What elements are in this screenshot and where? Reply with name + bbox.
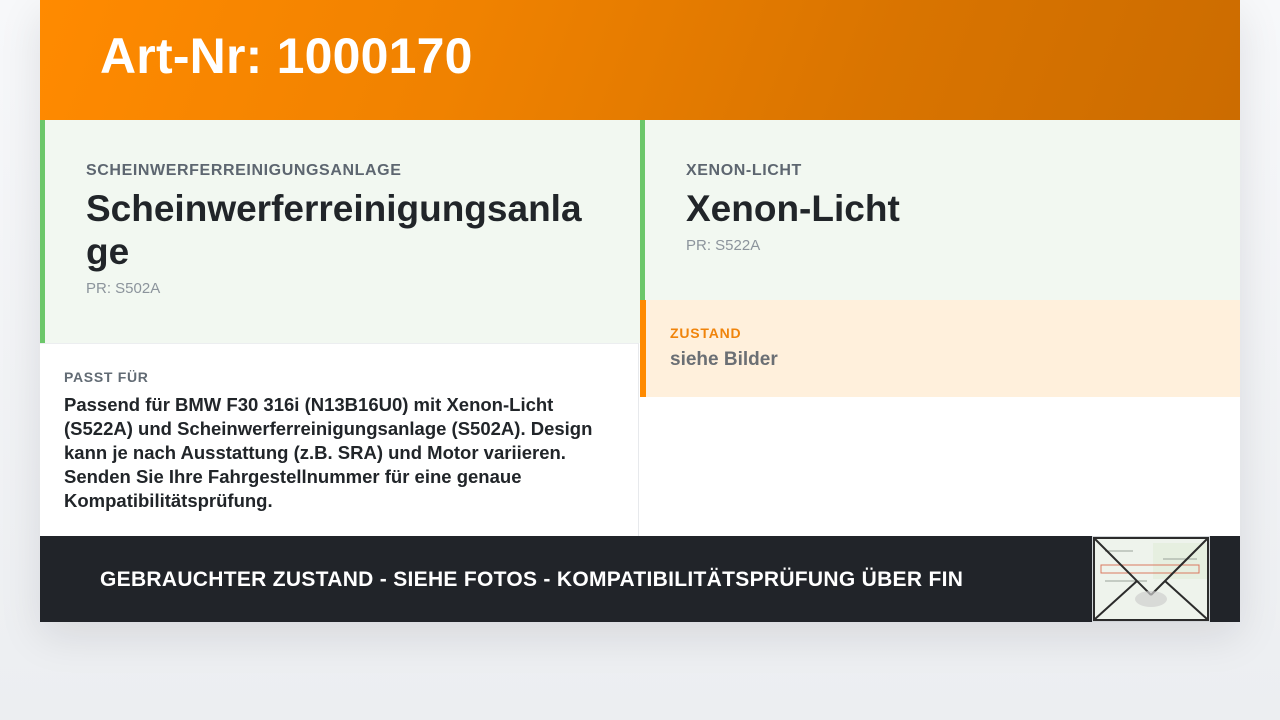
compatibility-label: PASST FÜR (64, 369, 149, 385)
feature-pr-code: PR: S522A (686, 237, 761, 254)
feature-label: SCHEINWERFERREINIGUNGSANLAGE (86, 162, 402, 179)
feature-title: Scheinwerferreinigungsanlage (86, 188, 582, 272)
condition-label: ZUSTAND (670, 325, 742, 341)
feature-label: XENON-LICHT (686, 162, 802, 179)
article-number-title: Art-Nr: 1000170 (100, 28, 473, 84)
feature-card-headlight-washer: SCHEINWERFERREINIGUNGSANLAGE Scheinwerfe… (40, 120, 640, 343)
footer-notice: GEBRAUCHTER ZUSTAND - SIEHE FOTOS - KOMP… (100, 568, 964, 591)
product-header: Art-Nr: 1000170 (40, 0, 1240, 120)
compatibility-section: PASST FÜR Passend für BMW F30 316i (N13B… (40, 343, 639, 536)
vehicle-registration-document-icon[interactable] (1092, 536, 1210, 622)
compatibility-text: Passend für BMW F30 316i (N13B16U0) mit … (64, 394, 593, 511)
document-thumbnail-graphic (1093, 537, 1209, 621)
footer-banner: GEBRAUCHTER ZUSTAND - SIEHE FOTOS - KOMP… (40, 536, 1240, 622)
product-card: Art-Nr: 1000170 SCHEINWERFERREINIGUNGSAN… (40, 0, 1240, 622)
feature-pr-code: PR: S502A (86, 280, 161, 297)
feature-card-xenon-light: XENON-LICHT Xenon-Licht PR: S522A (640, 120, 1240, 300)
condition-section: ZUSTAND siehe Bilder (640, 300, 1240, 397)
condition-value: siehe Bilder (670, 349, 778, 370)
feature-title: Xenon-Licht (686, 188, 900, 229)
